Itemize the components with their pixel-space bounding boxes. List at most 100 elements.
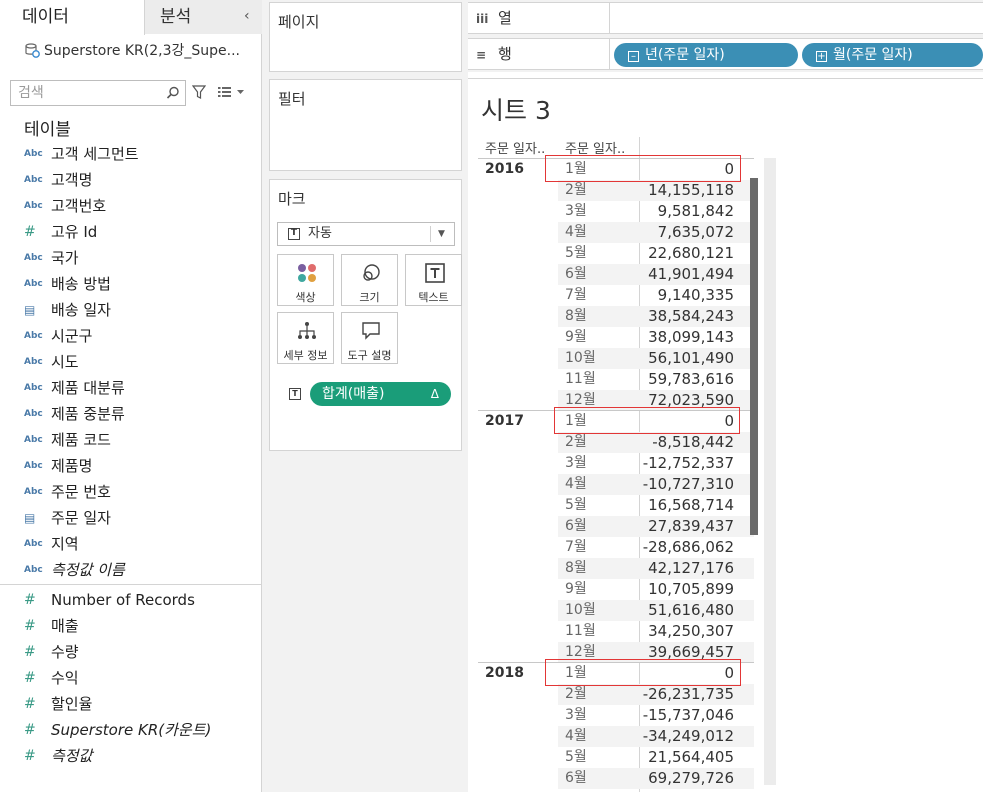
- table-row[interactable]: 1월 0: [558, 663, 754, 684]
- field-item[interactable]: Abc 배송 방법: [0, 271, 262, 297]
- field-item[interactable]: # 고유 Id: [0, 219, 262, 245]
- month-header: 4월: [565, 476, 587, 492]
- field-item[interactable]: Abc 제품명: [0, 453, 262, 479]
- table-row[interactable]: 2월 -26,231,735: [558, 684, 754, 705]
- table-row[interactable]: 11월 59,783,616: [558, 369, 754, 390]
- string-type-icon: Abc: [24, 539, 43, 549]
- table-row[interactable]: 12월 39,669,457: [558, 642, 754, 663]
- field-item[interactable]: Abc 지역: [0, 531, 262, 557]
- field-item[interactable]: Abc 제품 코드: [0, 427, 262, 453]
- field-item[interactable]: # Number of Records: [0, 587, 262, 613]
- table-row[interactable]: 4월 -34,249,012: [558, 726, 754, 747]
- month-header: 1월: [565, 161, 587, 177]
- size-button[interactable]: 크기: [341, 254, 398, 306]
- field-name: 수량: [51, 643, 79, 661]
- table-row[interactable]: 12월 72,023,590: [558, 390, 754, 411]
- field-item[interactable]: Abc 주문 번호: [0, 479, 262, 505]
- field-item[interactable]: Abc 시군구: [0, 323, 262, 349]
- field-item[interactable]: Abc 측정값 이름: [0, 557, 262, 583]
- measure-pill-sum-sales[interactable]: 합계(매출) Δ: [310, 382, 451, 406]
- year-header[interactable]: 2018: [485, 665, 524, 681]
- text-encoding-icon: T: [289, 388, 301, 400]
- collapse-icon[interactable]: –: [628, 51, 639, 62]
- mark-type-dropdown[interactable]: T 자동 ▼: [277, 222, 455, 246]
- collapse-pane-icon[interactable]: ‹: [244, 0, 250, 34]
- table-row[interactable]: 3월 -15,737,046: [558, 705, 754, 726]
- table-row[interactable]: 8월 38,584,243: [558, 306, 754, 327]
- table-row[interactable]: 10월 51,616,480: [558, 600, 754, 621]
- field-item[interactable]: Abc 제품 대분류: [0, 375, 262, 401]
- sheet-title[interactable]: 시트 3: [481, 91, 551, 127]
- filters-card[interactable]: 필터: [269, 79, 462, 171]
- column-header-year[interactable]: 주문 일자..: [485, 138, 545, 157]
- field-item[interactable]: # 할인율: [0, 691, 262, 717]
- row-pill-month[interactable]: + 월(주문 일자): [802, 43, 983, 67]
- table-row[interactable]: 2월 -8,518,442: [558, 432, 754, 453]
- field-item[interactable]: Abc 고객 세그먼트: [0, 141, 262, 167]
- datasource-item[interactable]: Superstore KR(2,3강_Supe...: [24, 40, 240, 62]
- table-row[interactable]: 2월 14,155,118: [558, 180, 754, 201]
- color-button[interactable]: 색상: [277, 254, 334, 306]
- month-header: 1월: [565, 413, 587, 429]
- field-item[interactable]: Abc 고객명: [0, 167, 262, 193]
- crosstab-table: 2016 1월 0 2월 14,155,118 3월 9,581,842 4월 7,635,07…: [478, 155, 754, 792]
- table-row[interactable]: 3월 -12,752,337: [558, 453, 754, 474]
- table-row[interactable]: 11월 34,250,307: [558, 621, 754, 642]
- year-header[interactable]: 2016: [485, 161, 524, 177]
- vertical-scrollbar-track[interactable]: [764, 158, 776, 785]
- columns-shelf-label: iii 열: [476, 3, 610, 33]
- table-row[interactable]: 4월 -10,727,310: [558, 474, 754, 495]
- field-item[interactable]: # Superstore KR(카운트): [0, 717, 262, 743]
- rows-shelf[interactable]: ≡ 행 – 년(주문 일자) + 월(주문 일자): [468, 38, 983, 70]
- table-row[interactable]: 6월 41,901,494: [558, 264, 754, 285]
- year-header[interactable]: 2017: [485, 413, 524, 429]
- field-item[interactable]: ▤ 배송 일자: [0, 297, 262, 323]
- marks-card-title: 마크: [278, 190, 306, 208]
- table-row[interactable]: 4월 7,635,072: [558, 222, 754, 243]
- table-row[interactable]: 1월 0: [558, 159, 754, 180]
- field-item[interactable]: # 매출: [0, 613, 262, 639]
- table-row[interactable]: 9월 38,099,143: [558, 327, 754, 348]
- string-type-icon: Abc: [24, 435, 43, 445]
- table-row[interactable]: 10월 56,101,490: [558, 348, 754, 369]
- month-header: 8월: [565, 560, 587, 576]
- field-item[interactable]: # 수익: [0, 665, 262, 691]
- table-row[interactable]: 3월 9,581,842: [558, 201, 754, 222]
- table-row[interactable]: 9월 10,705,899: [558, 579, 754, 600]
- year-block: 2018 1월 0 2월 -26,231,735 3월 -15,737,046 4월 -34,2…: [478, 662, 754, 789]
- row-pill-year[interactable]: – 년(주문 일자): [614, 43, 798, 67]
- column-header-month[interactable]: 주문 일자..: [565, 138, 625, 157]
- field-name: 시도: [51, 353, 79, 371]
- search-input[interactable]: [11, 81, 161, 105]
- field-item[interactable]: Abc 국가: [0, 245, 262, 271]
- field-item[interactable]: ▤ 주문 일자: [0, 505, 262, 531]
- field-item[interactable]: # 수량: [0, 639, 262, 665]
- expand-icon[interactable]: +: [816, 51, 827, 62]
- vertical-scrollbar-thumb[interactable]: [750, 178, 758, 535]
- pages-card[interactable]: 페이지: [269, 2, 462, 72]
- text-button[interactable]: 텍스트: [405, 254, 462, 306]
- tab-data[interactable]: 데이터: [0, 0, 145, 35]
- tooltip-button[interactable]: 도구 설명: [341, 312, 398, 364]
- field-item[interactable]: Abc 시도: [0, 349, 262, 375]
- filters-card-title: 필터: [278, 90, 306, 108]
- search-icon[interactable]: [165, 85, 181, 101]
- table-row[interactable]: 5월 22,680,121: [558, 243, 754, 264]
- table-row[interactable]: 5월 16,568,714: [558, 495, 754, 516]
- field-item[interactable]: # 측정값: [0, 743, 262, 769]
- field-item[interactable]: Abc 제품 중분류: [0, 401, 262, 427]
- view-options-icon[interactable]: [217, 84, 247, 100]
- table-row[interactable]: 7월 -28,686,062: [558, 537, 754, 558]
- table-row[interactable]: 5월 21,564,405: [558, 747, 754, 768]
- columns-shelf[interactable]: iii 열: [468, 2, 983, 34]
- sales-value: -28,686,062: [642, 538, 734, 556]
- table-row[interactable]: 6월 27,839,437: [558, 516, 754, 537]
- filter-icon[interactable]: [192, 84, 206, 100]
- table-row[interactable]: 1월 0: [558, 411, 754, 432]
- table-row[interactable]: 6월 69,279,726: [558, 768, 754, 789]
- table-row[interactable]: 8월 42,127,176: [558, 558, 754, 579]
- field-item[interactable]: Abc 고객번호: [0, 193, 262, 219]
- sales-value: 69,279,726: [648, 769, 734, 787]
- detail-button[interactable]: 세부 정보: [277, 312, 334, 364]
- table-row[interactable]: 7월 9,140,335: [558, 285, 754, 306]
